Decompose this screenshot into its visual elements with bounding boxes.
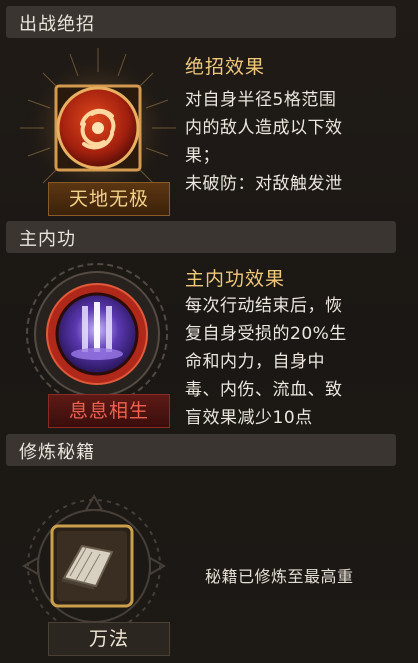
manual-name-plate: 万法: [48, 622, 170, 656]
inner-effect-line: 复自身受损的20%生: [185, 324, 347, 344]
section-header-manual: 修炼秘籍: [6, 434, 396, 466]
ultimate-effect-text: 对自身半径5格范围 内的敌人造成以下效 果； 未破防：对敌触发泄: [185, 86, 385, 206]
inner-effect-text: 每次行动结束后，恢 复自身受损的20%生 命和内力，自身中 毒、内伤、流血、致 …: [185, 292, 385, 426]
inner-effect-line: 命和内力，自身中: [185, 352, 325, 372]
section-header-inner: 主内功: [6, 221, 396, 253]
ultimate-effect-title: 绝招效果: [185, 56, 266, 78]
manual-status: 秘籍已修炼至最高重: [205, 567, 354, 586]
inner-effect-title: 主内功效果: [185, 268, 286, 290]
section-title-manual: 修炼秘籍: [19, 442, 95, 463]
ultimate-effect-line: 对自身半径5格范围: [185, 90, 337, 110]
manual-icon-frame[interactable]: [14, 490, 174, 640]
inner-skill-name-plate: 息息相生: [48, 394, 170, 428]
ultimate-skill-name-plate: 天地无极: [48, 182, 170, 216]
skill-panel: 出战绝招 天地无极 绝招效果 对自身半径5格范围 内的敌人造成以下效 果； 未破…: [0, 0, 418, 663]
inner-skill-name: 息息相生: [68, 400, 149, 422]
inner-effect-line: 盲效果减少10点: [185, 408, 313, 426]
inner-effect-line: 毒、内伤、流血、致: [185, 380, 343, 400]
manual-name: 万法: [88, 628, 129, 650]
ultimate-effect-line: 果；: [185, 146, 220, 166]
inner-effect-line: 每次行动结束后，恢: [185, 296, 343, 316]
ultimate-effect-line: 内的敌人造成以下效: [185, 118, 343, 138]
section-header-ultimate: 出战绝招: [6, 6, 396, 38]
ultimate-effect-line: 未破防：对敌触发泄: [185, 174, 343, 194]
section-title-ultimate: 出战绝招: [19, 14, 95, 35]
section-title-inner: 主内功: [19, 229, 76, 250]
inner-skill-icon-frame[interactable]: [22, 258, 172, 416]
ultimate-skill-name: 天地无极: [68, 188, 149, 210]
